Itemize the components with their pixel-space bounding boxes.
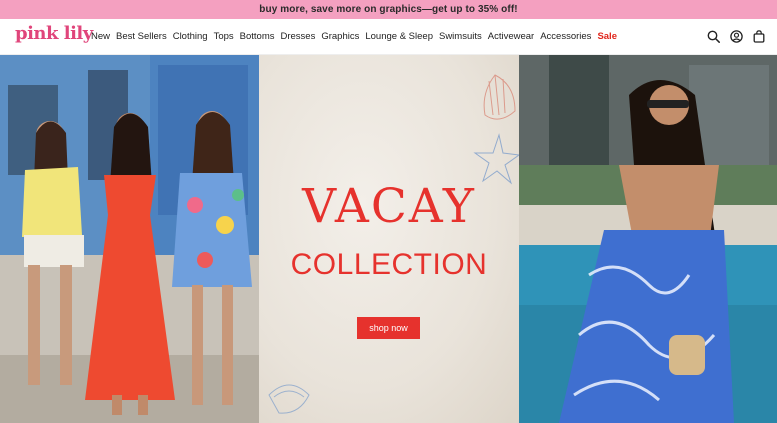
nav-icons — [707, 19, 765, 54]
nav-item-new[interactable]: New — [91, 31, 110, 42]
shell-illustration — [483, 74, 516, 120]
nav-item-bottoms[interactable]: Bottoms — [240, 31, 275, 42]
hero-headline: VACAY — [302, 179, 476, 234]
nav-item-activewear[interactable]: Activewear — [488, 31, 534, 42]
nav-item-clothing[interactable]: Clothing — [173, 31, 208, 42]
account-icon[interactable] — [730, 30, 743, 43]
hero-image-left — [0, 55, 259, 423]
hero-image-right — [519, 55, 777, 423]
nav-item-best-sellers[interactable]: Best Sellers — [116, 31, 167, 42]
seashell-bottom-illustration — [268, 384, 310, 414]
promo-banner[interactable]: buy more, save more on graphics—get up t… — [0, 0, 777, 19]
hero-text-panel — [259, 55, 519, 423]
hero-subheadline: COLLECTION — [290, 248, 488, 281]
nav-item-accessories[interactable]: Accessories — [540, 31, 591, 42]
nav-item-lounge-sleep[interactable]: Lounge & Sleep — [365, 31, 433, 42]
nav-item-graphics[interactable]: Graphics — [321, 31, 359, 42]
search-icon[interactable] — [707, 30, 720, 43]
shop-now-button[interactable]: shop now — [357, 317, 420, 339]
nav-item-tops[interactable]: Tops — [214, 31, 234, 42]
hero-banner[interactable]: VACAY COLLECTION shop now — [0, 55, 777, 423]
nav-item-swimsuits[interactable]: Swimsuits — [439, 31, 482, 42]
nav-item-sale[interactable]: Sale — [597, 31, 617, 42]
nav-menu: New Best Sellers Clothing Tops Bottoms D… — [91, 19, 617, 54]
nav-item-dresses[interactable]: Dresses — [281, 31, 316, 42]
promo-text[interactable]: buy more, save more on graphics—get up t… — [259, 4, 517, 15]
bag-icon[interactable] — [753, 30, 765, 43]
starfish-illustration — [473, 133, 519, 185]
top-navigation: pink lily New Best Sellers Clothing Tops… — [0, 19, 777, 55]
brand-logo[interactable]: pink lily — [15, 23, 93, 44]
